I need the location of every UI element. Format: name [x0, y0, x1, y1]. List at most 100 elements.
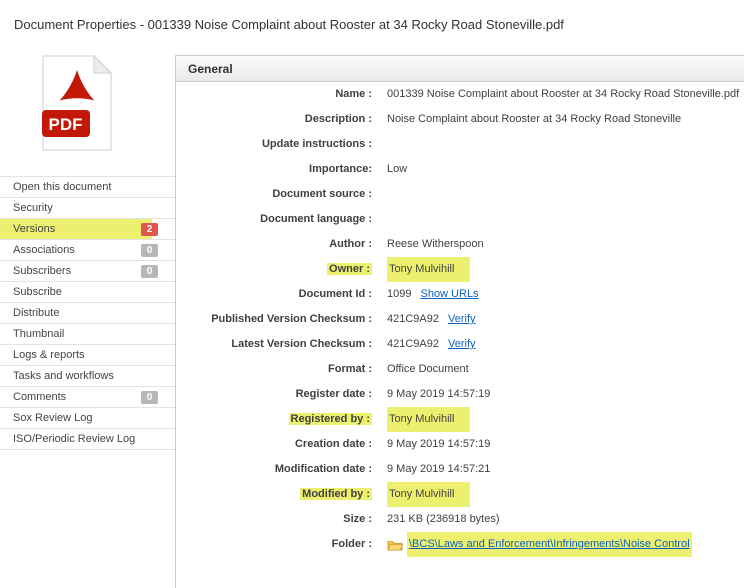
- property-value: 1099Show URLs: [372, 282, 479, 307]
- svg-text:PDF: PDF: [49, 115, 83, 134]
- sidebar-item-label: ISO/Periodic Review Log: [13, 433, 135, 445]
- property-row-document-id: Document Id :1099Show URLs: [176, 282, 744, 307]
- property-row-format: Format : Office Document: [176, 357, 744, 382]
- folder-icon: [387, 539, 403, 551]
- verify-link[interactable]: Verify: [448, 332, 476, 357]
- property-label: Importance:: [176, 157, 372, 182]
- property-value-text: Noise Complaint about Rooster at 34 Rock…: [387, 107, 681, 132]
- sidebar-item-label: Versions: [13, 223, 55, 235]
- property-label: Document source :: [176, 182, 372, 207]
- property-row-modified-by: Modified by :Tony Mulvihill: [176, 482, 744, 507]
- property-value-text: 231 KB (236918 bytes): [387, 507, 500, 532]
- sidebar-item-subscribe[interactable]: Subscribe: [0, 282, 175, 303]
- property-row-owner: Owner : Tony Mulvihill: [176, 257, 744, 282]
- property-row-document-language: Document language :: [176, 207, 744, 232]
- sidebar-item-label: Subscribe: [13, 286, 62, 298]
- property-label: Modification date :: [176, 457, 372, 482]
- sidebar-item-label: Tasks and workflows: [13, 370, 114, 382]
- property-row-register-date: Register date : 9 May 2019 14:57:19: [176, 382, 744, 407]
- verify-link[interactable]: Verify: [448, 307, 476, 332]
- property-value: Reese Witherspoon: [372, 232, 484, 257]
- property-label: Description :: [176, 107, 372, 132]
- sidebar-item-security[interactable]: Security: [0, 198, 175, 219]
- property-label: Modified by :: [176, 482, 372, 507]
- property-label: Creation date :: [176, 432, 372, 457]
- property-row-folder: Folder : \BCS\Laws and Enforcement\Infrin…: [176, 532, 744, 557]
- sidebar-item-open-this-document[interactable]: Open this document: [0, 177, 175, 198]
- section-title: General: [188, 62, 233, 76]
- property-row-update-instructions: Update instructions :: [176, 132, 744, 157]
- property-row-importance: Importance: Low: [176, 157, 744, 182]
- property-value: \BCS\Laws and Enforcement\Infringements\…: [372, 532, 692, 557]
- property-value-text: Office Document: [387, 357, 469, 382]
- property-value-text: 001339 Noise Complaint about Rooster at …: [387, 82, 739, 107]
- sidebar-item-label: Logs & reports: [13, 349, 85, 361]
- sidebar-item-label: Comments: [13, 391, 66, 403]
- property-row-document-source: Document source :: [176, 182, 744, 207]
- sidebar-item-label: Subscribers: [13, 265, 71, 277]
- sidebar-item-subscribers[interactable]: Subscribers 0: [0, 261, 175, 282]
- property-value: 9 May 2019 14:57:19: [372, 382, 490, 407]
- sidebar-item-label: Thumbnail: [13, 328, 64, 340]
- property-value: 9 May 2019 14:57:21: [372, 457, 490, 482]
- property-label: Author :: [176, 232, 372, 257]
- property-row-registered-by: Registered by :Tony Mulvihill: [176, 407, 744, 432]
- property-value-text: 9 May 2019 14:57:19: [387, 382, 490, 407]
- property-label: Document language :: [176, 207, 372, 232]
- properties-list: Name : 001339 Noise Complaint about Roost…: [176, 82, 744, 557]
- sidebar-item-iso-periodic-review-log[interactable]: ISO/Periodic Review Log: [0, 429, 175, 450]
- sidebar-item-thumbnail[interactable]: Thumbnail: [0, 324, 175, 345]
- property-label: Latest Version Checksum :: [176, 332, 372, 357]
- property-value-text: Low: [387, 157, 407, 182]
- count-badge: 0: [141, 391, 158, 404]
- count-badge: 0: [141, 244, 158, 257]
- property-row-published-version-checksum: Published Version Checksum :421C9A92Veri…: [176, 307, 744, 332]
- property-value: Office Document: [372, 357, 469, 382]
- folder-path-link[interactable]: \BCS\Laws and Enforcement\Infringements\…: [407, 532, 692, 557]
- sidebar-item-label: Security: [13, 202, 53, 214]
- property-label: Folder :: [176, 532, 372, 557]
- count-badge: 0: [141, 265, 158, 278]
- property-row-author: Author : Reese Witherspoon: [176, 232, 744, 257]
- property-row-creation-date: Creation date : 9 May 2019 14:57:19: [176, 432, 744, 457]
- sidebar-item-comments[interactable]: Comments 0: [0, 387, 175, 408]
- sidebar-item-label: Associations: [13, 244, 75, 256]
- property-label: Document Id :: [176, 282, 372, 307]
- property-value-text: 421C9A92: [387, 332, 439, 357]
- sidebar-item-associations[interactable]: Associations 0: [0, 240, 175, 261]
- property-value: [372, 132, 387, 157]
- property-label: Register date :: [176, 382, 372, 407]
- property-label: Format :: [176, 357, 372, 382]
- property-row-description: Description : Noise Complaint about Roost…: [176, 107, 744, 132]
- sidebar-item-versions[interactable]: Versions2: [0, 219, 175, 240]
- property-row-modification-date: Modification date : 9 May 2019 14:57:21: [176, 457, 744, 482]
- property-label: Name :: [176, 82, 372, 107]
- property-label: Published Version Checksum :: [176, 307, 372, 332]
- sidebar-item-tasks-and-workflows[interactable]: Tasks and workflows: [0, 366, 175, 387]
- property-label: Size :: [176, 507, 372, 532]
- sidebar-item-logs-reports[interactable]: Logs & reports: [0, 345, 175, 366]
- property-value: Noise Complaint about Rooster at 34 Rock…: [372, 107, 681, 132]
- property-value: Low: [372, 157, 407, 182]
- property-value-text: Tony Mulvihill: [387, 257, 470, 282]
- property-row-latest-version-checksum: Latest Version Checksum : 421C9A92 Verify: [176, 332, 744, 357]
- sidebar-item-sox-review-log[interactable]: Sox Review Log: [0, 408, 175, 429]
- property-value-text: Reese Witherspoon: [387, 232, 484, 257]
- property-value: 421C9A92 Verify: [372, 332, 476, 357]
- property-label: Update instructions :: [176, 132, 372, 157]
- property-value: Tony Mulvihill: [372, 407, 470, 432]
- page-title: Document Properties - 001339 Noise Compl…: [14, 17, 564, 32]
- property-value: 231 KB (236918 bytes): [372, 507, 500, 532]
- property-value: [372, 207, 387, 232]
- property-value: [372, 182, 387, 207]
- property-value: 001339 Noise Complaint about Rooster at …: [372, 82, 739, 107]
- sidebar-item-label: Open this document: [13, 181, 111, 193]
- section-header: General: [176, 56, 744, 82]
- property-label: Owner :: [176, 257, 372, 282]
- property-value: Tony Mulvihill: [372, 257, 470, 282]
- show-urls-link[interactable]: Show URLs: [420, 282, 478, 307]
- property-value-text: 9 May 2019 14:57:21: [387, 457, 490, 482]
- property-label: Registered by :: [176, 407, 372, 432]
- sidebar-item-distribute[interactable]: Distribute: [0, 303, 175, 324]
- property-value-text: 9 May 2019 14:57:19: [387, 432, 490, 457]
